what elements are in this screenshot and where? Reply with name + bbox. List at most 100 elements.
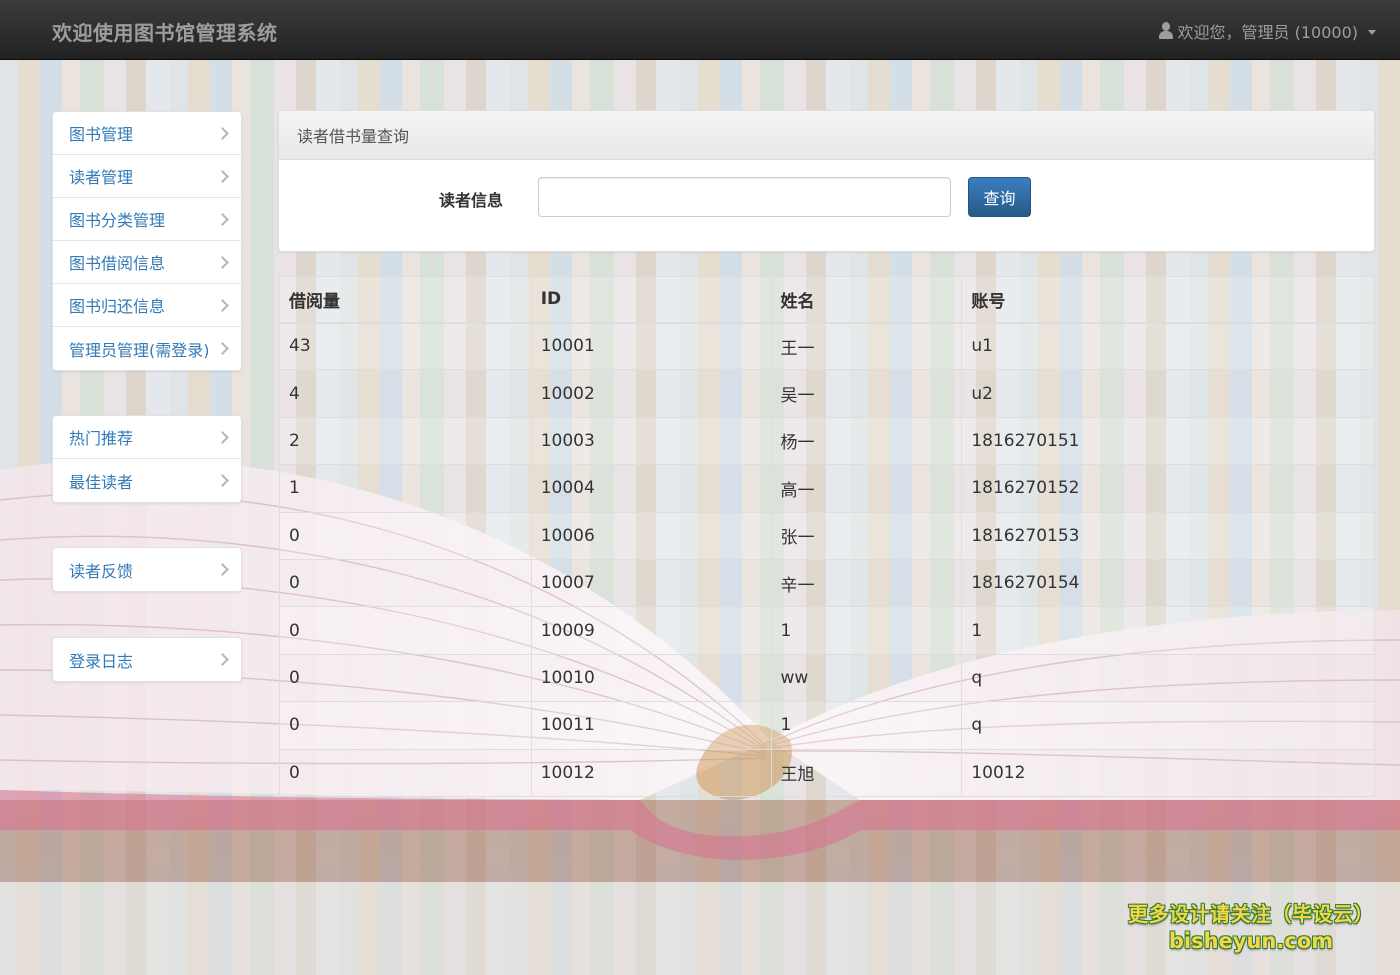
table-row: 1 10004 高一 1816270152: [279, 464, 1375, 513]
sidebar-item-label: 读者反馈: [69, 561, 134, 581]
cell-borrow-count: 0: [279, 606, 532, 655]
cell-account: 1816270153: [961, 511, 1375, 560]
cell-account: u2: [961, 369, 1375, 418]
cell-id: 10006: [530, 511, 772, 560]
table-row: 0 10009 1 1: [279, 606, 1375, 655]
sidebar-item-label: 读者管理: [69, 168, 134, 187]
sidebar-item-borrow-info[interactable]: 图书借阅信息: [53, 241, 241, 284]
sidebar-item-hot-recommend[interactable]: 热门推荐: [53, 416, 241, 459]
borrow-count-table: 借阅量 ID 姓名 账号 43 10001 王一 u1 4 10002 吴一 u2 2 10003…: [279, 276, 1375, 797]
cell-borrow-count: 0: [279, 511, 532, 560]
cell-name: 吴一: [770, 369, 963, 418]
table-row: 0 10007 辛一 1816270154: [279, 558, 1375, 608]
cell-account: 10012: [961, 748, 1375, 797]
column-header-name[interactable]: 姓名: [770, 276, 963, 324]
sidebar-group-feedback: 读者反馈: [52, 547, 242, 592]
query-panel: 读者借书量查询 读者信息 查询: [278, 110, 1375, 252]
chevron-right-icon: [216, 430, 229, 444]
cell-name: 杨一: [770, 416, 963, 466]
cell-name: 张一: [770, 511, 963, 560]
reader-info-label: 读者信息: [439, 191, 504, 210]
cell-account: 1816270152: [961, 464, 1375, 513]
cell-id: 10007: [530, 558, 772, 608]
chevron-right-icon: [216, 563, 229, 576]
cell-id: 10001: [530, 321, 772, 371]
cell-name: 王旭: [770, 748, 963, 797]
sidebar-item-best-readers[interactable]: 最佳读者: [53, 459, 241, 502]
cell-id: 10009: [530, 606, 772, 655]
table-row: 0 10011 1 q: [279, 701, 1375, 750]
sidebar-group-management: 图书管理 读者管理 图书分类管理 图书借阅信息 图书归还信息 管理员管理(需登录…: [52, 111, 242, 371]
column-header-account[interactable]: 账号: [961, 276, 1375, 324]
app-title[interactable]: 欢迎使用图书馆管理系统: [52, 17, 278, 46]
chevron-right-icon: [216, 298, 229, 312]
watermark: 更多设计请关注（毕设云） bisheyun.com: [1128, 898, 1374, 953]
cell-borrow-count: 0: [279, 653, 532, 703]
sidebar-item-label: 图书分类管理: [69, 211, 166, 230]
sidebar-item-book-management[interactable]: 图书管理: [53, 112, 241, 155]
cell-name: 辛一: [770, 558, 963, 608]
user-dropdown[interactable]: 欢迎您，管理员 (10000): [1158, 19, 1376, 43]
sidebar-item-return-info[interactable]: 图书归还信息: [53, 284, 241, 327]
sidebar-group-recommend: 热门推荐 最佳读者: [52, 415, 242, 503]
chevron-right-icon: [216, 212, 229, 226]
sidebar-item-login-log[interactable]: 登录日志: [53, 638, 241, 681]
cell-id: 10012: [530, 748, 772, 797]
sidebar-item-label: 登录日志: [69, 651, 134, 671]
cell-name: 1: [770, 606, 963, 655]
chevron-right-icon: [216, 342, 229, 355]
sidebar-item-reader-management[interactable]: 读者管理: [53, 155, 241, 198]
cell-id: 10010: [530, 653, 772, 703]
table-row: 43 10001 王一 u1: [279, 321, 1375, 371]
table-row: 0 10006 张一 1816270153: [279, 511, 1375, 560]
cell-account: 1816270154: [961, 558, 1375, 608]
cell-name: 王一: [770, 321, 963, 371]
query-button[interactable]: 查询: [968, 177, 1031, 217]
cell-account: q: [961, 653, 1375, 703]
sidebar-item-label: 热门推荐: [69, 429, 134, 448]
caret-down-icon: [1368, 29, 1376, 35]
cell-id: 10002: [530, 369, 772, 418]
cell-id: 10003: [530, 416, 772, 466]
cell-borrow-count: 2: [279, 416, 532, 466]
cell-account: 1: [961, 606, 1375, 655]
table-row: 4 10002 吴一 u2: [279, 369, 1375, 418]
sidebar-item-label: 图书借阅信息: [69, 254, 166, 273]
chevron-right-icon: [216, 653, 229, 666]
panel-title: 读者借书量查询: [279, 111, 1374, 160]
sidebar-item-label: 图书归还信息: [69, 297, 166, 316]
cell-account: q: [961, 701, 1375, 750]
sidebar-item-category-management[interactable]: 图书分类管理: [53, 198, 241, 241]
chevron-right-icon: [216, 255, 229, 269]
user-icon: [1158, 22, 1174, 40]
cell-borrow-count: 0: [279, 558, 532, 608]
cell-name: 1: [770, 701, 963, 750]
table-header-row: 借阅量 ID 姓名 账号: [279, 276, 1375, 324]
cell-borrow-count: 43: [279, 321, 532, 371]
reader-info-input[interactable]: [538, 177, 951, 217]
column-header-borrow-count[interactable]: 借阅量: [279, 276, 532, 324]
cell-id: 10004: [530, 464, 772, 513]
cell-name: 高一: [770, 464, 963, 513]
cell-account: u1: [961, 321, 1375, 371]
cell-borrow-count: 0: [279, 748, 532, 797]
cell-borrow-count: 1: [279, 464, 532, 513]
table-row: 0 10012 王旭 10012: [279, 748, 1375, 797]
user-label: 欢迎您，管理员 (10000): [1177, 23, 1358, 42]
sidebar-item-label: 图书管理: [69, 125, 134, 144]
chevron-right-icon: [216, 126, 229, 140]
sidebar-item-reader-feedback[interactable]: 读者反馈: [53, 548, 241, 591]
sidebar-item-admin-management[interactable]: 管理员管理(需登录): [53, 327, 241, 370]
watermark-text: 更多设计请关注（毕设云）: [1128, 902, 1374, 926]
sidebar-group-logs: 登录日志: [52, 637, 242, 682]
table-row: 0 10010 ww q: [279, 653, 1375, 703]
cell-borrow-count: 0: [279, 701, 532, 750]
cell-id: 10011: [530, 701, 772, 750]
sidebar-item-label: 最佳读者: [69, 472, 134, 492]
cell-borrow-count: 4: [279, 369, 532, 418]
top-navbar: 欢迎使用图书馆管理系统 欢迎您，管理员 (10000): [0, 0, 1400, 60]
column-header-id[interactable]: ID: [530, 276, 772, 324]
chevron-right-icon: [216, 169, 229, 183]
sidebar-item-label: 管理员管理(需登录): [69, 340, 210, 360]
cell-account: 1816270151: [961, 416, 1375, 466]
